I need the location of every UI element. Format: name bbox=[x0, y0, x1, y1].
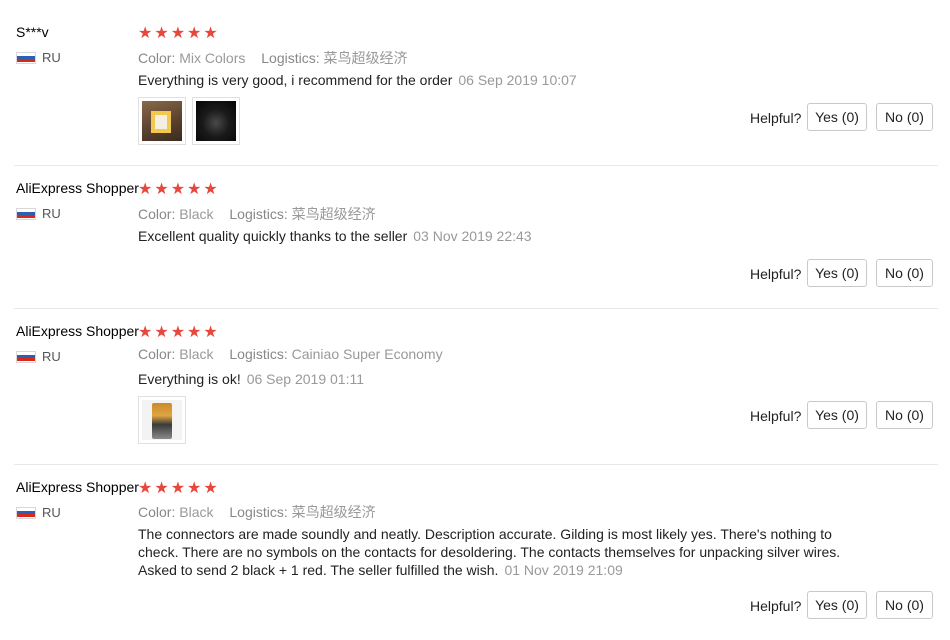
reviewer-name: AliExpress Shopper bbox=[16, 479, 139, 495]
helpful-no-button[interactable]: No (0) bbox=[876, 591, 933, 619]
helpful-yes-button[interactable]: Yes (0) bbox=[807, 259, 867, 287]
star-icon: ★ bbox=[170, 322, 186, 341]
star-icon: ★ bbox=[154, 179, 169, 198]
review-body: The connectors are made soundly and neat… bbox=[138, 526, 841, 578]
helpful-label: Helpful? bbox=[750, 598, 802, 614]
star-icon: ★ bbox=[138, 23, 153, 42]
color-key: Color: bbox=[138, 206, 176, 222]
reviewer-name: S***v bbox=[16, 24, 49, 40]
star-icon: ★ bbox=[203, 322, 218, 341]
logistics-value: 菜鸟超级经济 bbox=[291, 504, 376, 520]
star-rating: ★ ★ ★ ★ ★ bbox=[138, 324, 218, 340]
color-key: Color: bbox=[138, 50, 176, 66]
reviewer-country: RU bbox=[16, 206, 61, 221]
review-date: 06 Sep 2019 10:07 bbox=[458, 72, 577, 88]
reviewer-country: RU bbox=[16, 349, 61, 364]
order-info: Color: Mix Colors Logistics: 菜鸟超级经济 bbox=[138, 48, 420, 68]
star-icon: ★ bbox=[138, 478, 153, 497]
reviewer-country: RU bbox=[16, 50, 61, 65]
russia-flag-icon bbox=[16, 506, 36, 519]
country-code: RU bbox=[42, 50, 61, 65]
helpful-no-button[interactable]: No (0) bbox=[876, 103, 933, 131]
review-divider bbox=[14, 165, 938, 166]
product-photo-package bbox=[142, 101, 182, 141]
product-photo-dark-item bbox=[196, 101, 236, 141]
color-key: Color: bbox=[138, 346, 176, 362]
star-icon: ★ bbox=[170, 179, 186, 198]
logistics-value: 菜鸟超级经济 bbox=[323, 50, 408, 66]
country-code: RU bbox=[42, 505, 61, 520]
reviewer-country: RU bbox=[16, 505, 61, 520]
helpful-yes-button[interactable]: Yes (0) bbox=[807, 401, 867, 429]
review-date: 03 Nov 2019 22:43 bbox=[413, 228, 532, 244]
country-code: RU bbox=[42, 349, 61, 364]
star-icon: ★ bbox=[187, 179, 202, 198]
product-photo-bag bbox=[142, 400, 182, 440]
star-icon: ★ bbox=[154, 322, 169, 341]
helpful-yes-button[interactable]: Yes (0) bbox=[807, 103, 867, 131]
star-icon: ★ bbox=[170, 23, 186, 42]
review-photo-thumb[interactable] bbox=[138, 396, 186, 444]
helpful-label: Helpful? bbox=[750, 266, 802, 282]
order-info: Color: Black Logistics: 菜鸟超级经济 bbox=[138, 502, 388, 522]
color-value: Black bbox=[179, 206, 214, 222]
order-info: Color: Black Logistics: 菜鸟超级经济 bbox=[138, 204, 388, 224]
helpful-no-button[interactable]: No (0) bbox=[876, 401, 933, 429]
order-info: Color: Black Logistics: Cainiao Super Ec… bbox=[138, 346, 455, 362]
star-icon: ★ bbox=[203, 478, 218, 497]
logistics-key: Logistics: bbox=[229, 346, 288, 362]
star-icon: ★ bbox=[170, 478, 186, 497]
review-text: Excellent quality quickly thanks to the … bbox=[138, 227, 848, 245]
star-rating: ★ ★ ★ ★ ★ bbox=[138, 181, 218, 197]
star-icon: ★ bbox=[187, 322, 202, 341]
star-icon: ★ bbox=[138, 179, 153, 198]
review-photo-thumb[interactable] bbox=[192, 97, 240, 145]
star-icon: ★ bbox=[203, 179, 218, 198]
country-code: RU bbox=[42, 206, 61, 221]
russia-flag-icon bbox=[16, 350, 36, 363]
star-icon: ★ bbox=[154, 23, 169, 42]
review-body: Everything is ok! bbox=[138, 371, 241, 387]
star-icon: ★ bbox=[187, 23, 202, 42]
review-photos bbox=[138, 396, 186, 444]
color-value: Black bbox=[179, 504, 214, 520]
color-value: Black bbox=[179, 346, 214, 362]
logistics-value: 菜鸟超级经济 bbox=[291, 206, 376, 222]
review-photos bbox=[138, 97, 240, 145]
logistics-value: Cainiao Super Economy bbox=[291, 346, 443, 362]
review-body: Excellent quality quickly thanks to the … bbox=[138, 228, 408, 244]
reviewer-name: AliExpress Shopper bbox=[16, 180, 139, 196]
star-icon: ★ bbox=[138, 322, 153, 341]
review-photo-thumb[interactable] bbox=[138, 97, 186, 145]
color-value: Mix Colors bbox=[179, 50, 246, 66]
helpful-yes-button[interactable]: Yes (0) bbox=[807, 591, 867, 619]
logistics-key: Logistics: bbox=[229, 206, 288, 222]
star-icon: ★ bbox=[187, 478, 202, 497]
star-icon: ★ bbox=[203, 23, 218, 42]
review-text: Everything is very good, i recommend for… bbox=[138, 71, 848, 89]
review-date: 06 Sep 2019 01:11 bbox=[246, 371, 365, 387]
reviewer-name: AliExpress Shopper bbox=[16, 323, 139, 339]
star-rating: ★ ★ ★ ★ ★ bbox=[138, 480, 218, 496]
review-body: Everything is very good, i recommend for… bbox=[138, 72, 453, 88]
review-divider bbox=[14, 464, 938, 465]
logistics-key: Logistics: bbox=[229, 504, 288, 520]
helpful-no-button[interactable]: No (0) bbox=[876, 259, 933, 287]
helpful-label: Helpful? bbox=[750, 408, 802, 424]
review-date: 01 Nov 2019 21:09 bbox=[504, 562, 623, 578]
color-key: Color: bbox=[138, 504, 176, 520]
russia-flag-icon bbox=[16, 207, 36, 220]
star-rating: ★ ★ ★ ★ ★ bbox=[138, 25, 218, 41]
logistics-key: Logistics: bbox=[261, 50, 320, 66]
review-text: Everything is ok! 06 Sep 2019 01:11 bbox=[138, 370, 848, 388]
helpful-label: Helpful? bbox=[750, 110, 802, 126]
review-divider bbox=[14, 308, 938, 309]
review-text: The connectors are made soundly and neat… bbox=[138, 525, 848, 579]
star-icon: ★ bbox=[154, 478, 169, 497]
russia-flag-icon bbox=[16, 51, 36, 64]
